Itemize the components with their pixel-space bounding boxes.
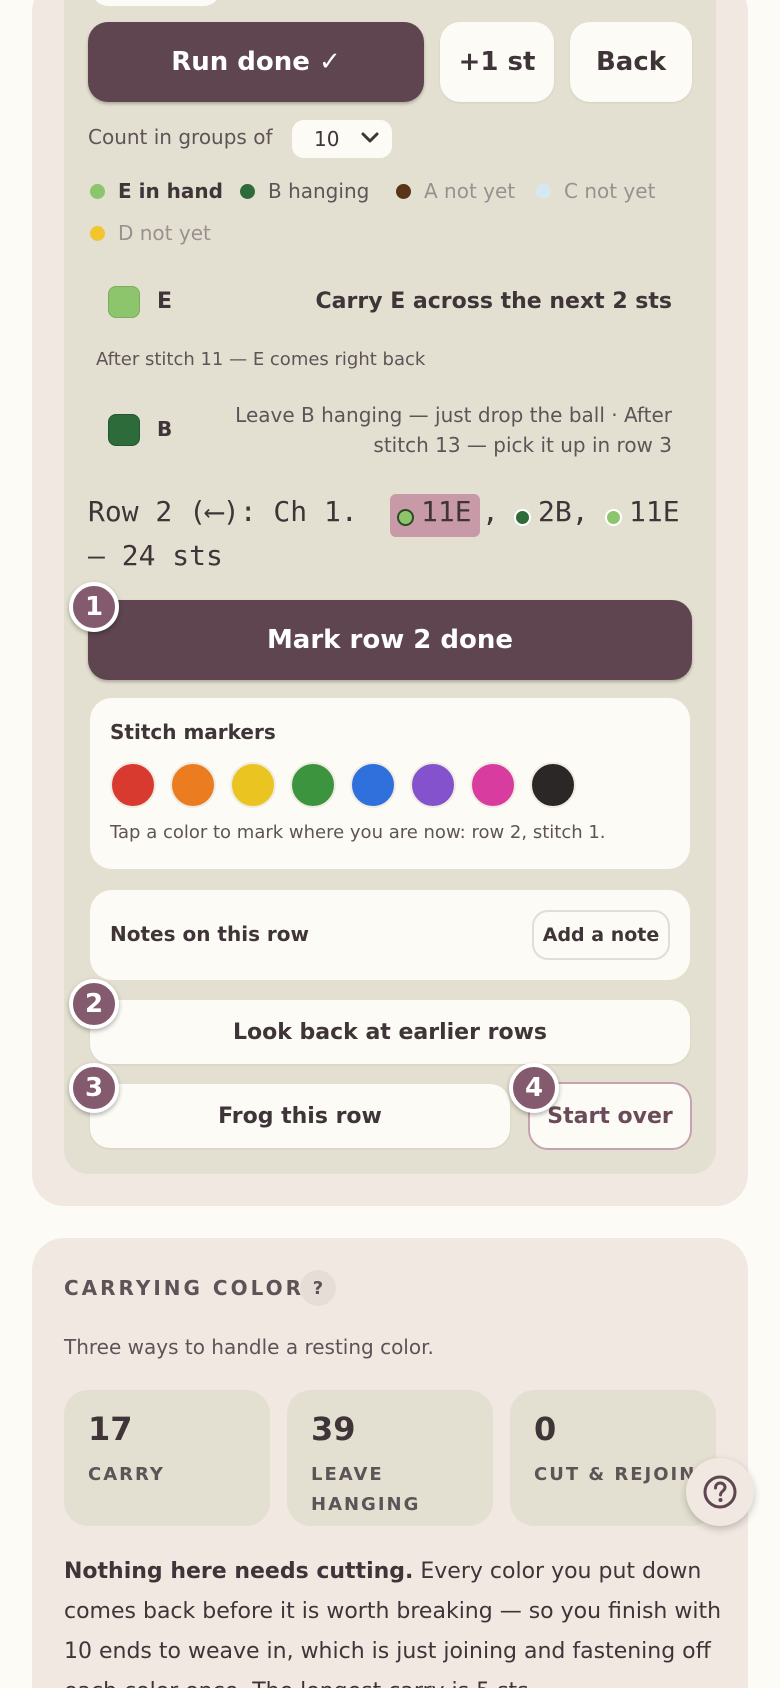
step-badge-2: 2 <box>69 979 119 1029</box>
pattern-line: Row 2 (⟵): Ch 1. <box>88 492 358 532</box>
step-badge-4: 4 <box>509 1063 559 1113</box>
instruction-action-e: Carry E across the next 2 sts <box>315 289 672 314</box>
color-dot <box>397 509 414 526</box>
instruction-action-b-line2: stitch 13 — pick it up in row 3 <box>373 433 672 457</box>
color-dot <box>90 225 105 241</box>
instruction-action-b-line1: Leave B hanging — just drop the ball · A… <box>235 403 672 427</box>
marker-orange-button[interactable] <box>170 762 216 808</box>
add-note-button[interactable]: Add a note <box>532 910 670 960</box>
legend-label: C not yet <box>564 179 656 203</box>
color-dot <box>605 509 622 526</box>
run-done-button[interactable]: Run done ✓ <box>88 22 424 102</box>
color-dot <box>240 183 255 199</box>
legend-item-c: C not yet <box>536 179 655 203</box>
floating-help-button[interactable] <box>686 1458 754 1526</box>
legend-label: D not yet <box>118 221 211 245</box>
stat-label: CUT & REJOIN <box>534 1464 697 1485</box>
stat-label: CARRY <box>88 1464 165 1485</box>
carrying-summary-line1: Nothing here needs cutting. Every color … <box>64 1552 701 1592</box>
row-tracker-panel <box>64 0 716 1174</box>
color-dot <box>536 183 551 199</box>
marker-blue-button[interactable] <box>350 762 396 808</box>
carrying-summary-line3: 10 ends to weave in, which is just joini… <box>64 1639 711 1664</box>
color-dot <box>90 183 105 199</box>
stitch-markers-title: Stitch markers <box>110 720 276 744</box>
pattern-segment-b: 2B, <box>538 495 589 528</box>
legend-label: B hanging <box>268 179 370 203</box>
legend-item-a: A not yet <box>396 179 515 203</box>
look-back-button[interactable]: Look back at earlier rows <box>90 1000 690 1064</box>
marker-purple-button[interactable] <box>410 762 456 808</box>
carrying-summary-line2: comes back before it is worth breaking —… <box>64 1599 722 1624</box>
chevron-down-icon <box>361 132 379 143</box>
legend-item-b: B hanging <box>240 179 369 203</box>
mark-row-done-button[interactable]: Mark row 2 done <box>88 600 692 680</box>
carrying-colors-heading: CARRYING COLORS <box>64 1276 322 1300</box>
legend-label: A not yet <box>424 179 516 203</box>
legend-item-e: E in hand <box>90 179 223 203</box>
stat-label: LEAVE <box>311 1464 384 1485</box>
count-groups-value: 10 <box>314 127 340 151</box>
step-badge-1: 1 <box>69 582 119 632</box>
pattern-prefix: Row 2 (⟵): Ch 1. <box>88 495 358 528</box>
stat-value: 17 <box>88 1410 133 1448</box>
instruction-letter-e: E <box>157 289 173 314</box>
step-badge-3: 3 <box>69 1063 119 1113</box>
marker-pink-button[interactable] <box>470 762 516 808</box>
stitch-markers-hint: Tap a color to mark where you are now: r… <box>110 822 606 843</box>
color-dot <box>514 509 531 526</box>
pattern-segment-current: 11E <box>421 495 472 528</box>
instruction-letter-b: B <box>157 417 173 441</box>
color-swatch-b <box>108 414 140 446</box>
stat-leave-hanging: 39 LEAVE HANGING <box>287 1390 493 1526</box>
legend-label: E in hand <box>118 179 223 203</box>
stat-cut-rejoin: 0 CUT & REJOIN <box>510 1390 716 1526</box>
marker-red-button[interactable] <box>110 762 156 808</box>
pattern-separator: , <box>482 495 499 528</box>
carrying-summary-line4: each color once. The longest carry is 5 … <box>64 1672 536 1688</box>
marker-yellow-button[interactable] <box>230 762 276 808</box>
carrying-summary-bold: Nothing here needs cutting. <box>64 1559 414 1584</box>
stat-label-line2: HANGING <box>311 1494 421 1515</box>
previous-control[interactable] <box>92 0 220 6</box>
stat-value: 0 <box>534 1410 557 1448</box>
legend-item-d: D not yet <box>90 221 211 245</box>
question-circle-icon <box>703 1475 737 1509</box>
notes-title: Notes on this row <box>110 922 310 946</box>
back-button[interactable]: Back <box>570 22 692 102</box>
plus-one-stitch-button[interactable]: +1 st <box>440 22 554 102</box>
color-dot <box>396 183 411 199</box>
count-groups-select[interactable]: 10 <box>292 120 392 158</box>
help-icon[interactable]: ? <box>300 1270 336 1306</box>
carrying-colors-subtitle: Three ways to handle a resting color. <box>64 1335 434 1359</box>
stat-carry: 17 CARRY <box>64 1390 270 1526</box>
instruction-note-e: After stitch 11 — E comes right back <box>96 349 426 370</box>
frog-row-button[interactable]: Frog this row <box>90 1084 510 1148</box>
pattern-segment-e: 11E <box>629 495 680 528</box>
pattern-total: — 24 sts <box>88 539 223 572</box>
marker-black-button[interactable] <box>530 762 576 808</box>
color-swatch-e <box>108 286 140 318</box>
count-groups-label: Count in groups of <box>88 125 273 149</box>
carrying-summary-text: Every color you put down <box>413 1559 702 1584</box>
stat-value: 39 <box>311 1410 356 1448</box>
marker-green-button[interactable] <box>290 762 336 808</box>
